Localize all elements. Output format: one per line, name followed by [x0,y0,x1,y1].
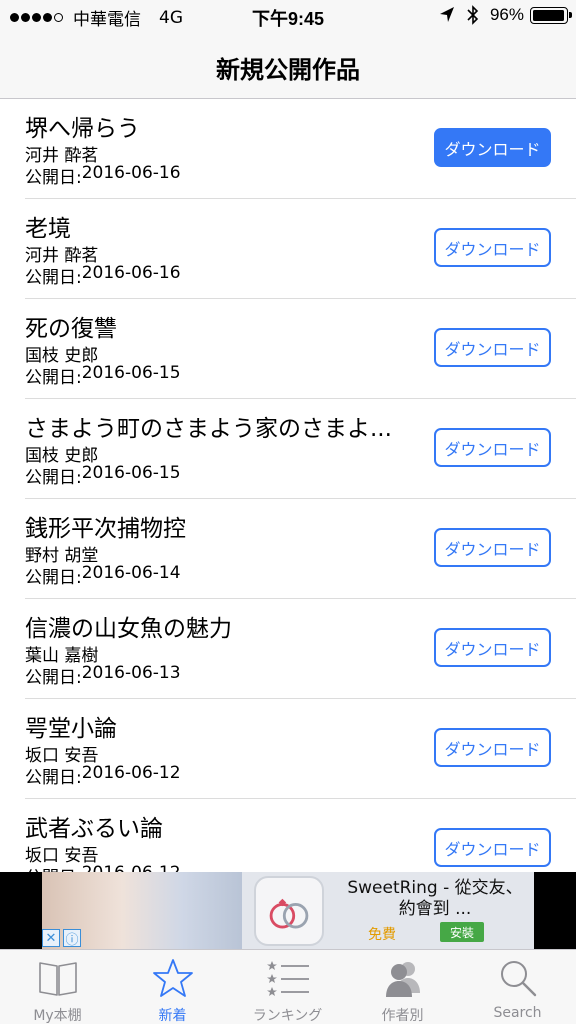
publish-date-value: 2016-06-16 [81,163,181,183]
work-title: 堺へ帰らう [25,116,140,142]
publish-date-label: 公開日: [25,168,82,188]
work-publish-date: 公開日: 2016-06-16 [25,163,181,188]
ad-badges: ✕ ⓘ [42,929,84,948]
page-title: 新規公開作品 [216,56,360,84]
publish-date-label: 公開日: [25,468,82,488]
download-button[interactable]: ダウンロード [434,528,551,567]
download-button[interactable]: ダウンロード [434,628,551,667]
work-row[interactable]: さまよう町のさまよう家のさまよ... 国枝 史郎 公開日: 2016-06-15 ダウン… [0,399,576,499]
work-row[interactable]: 銭形平次捕物控 野村 胡堂 公開日: 2016-06-14 ダウンロード [0,499,576,599]
ad-banner[interactable]: ✕ ⓘ SweetRing - 從交友、約會到 ... 免費 安裝 [0,872,576,949]
work-publish-date: 公開日: 2016-06-16 [25,263,181,288]
ad-app-logo [254,876,324,946]
publish-date-value: 2016-06-15 [81,363,181,383]
tab-search[interactable]: Search [460,950,575,1024]
work-publish-date: 公開日: 2016-06-13 [25,663,181,688]
tab-label: 作者別 [381,1008,424,1024]
tab-new-arrivals[interactable]: 新着 [115,950,230,1024]
download-button[interactable]: ダウンロード [434,328,551,367]
work-row[interactable]: 堺へ帰らう 河井 酔茗 公開日: 2016-06-16 ダウンロード [0,99,576,199]
publish-date-label: 公開日: [25,268,82,288]
search-icon [501,961,537,997]
status-right: 96% [438,4,572,26]
publish-date-label: 公開日: [25,863,82,872]
publish-date-value: 2016-06-12 [81,763,181,783]
rings-icon [269,898,309,929]
ad-close-icon[interactable]: ✕ [42,929,60,947]
status-bar: 中華電信 4G 下午9:45 96% [0,0,576,34]
work-title: 死の復讐 [25,316,117,342]
ad-info-icon[interactable]: ⓘ [63,929,81,948]
tab-by-author[interactable]: 作者別 [345,950,460,1024]
ad-headline: SweetRing - 從交友、約會到 ... [347,878,523,919]
publish-date-value: 2016-06-13 [81,663,181,683]
tab-label: My本棚 [33,1008,82,1024]
publish-date-value: 2016-06-14 [81,563,181,583]
publish-date-value: 2016-06-12 [82,863,181,872]
download-button[interactable]: ダウンロード [434,428,551,467]
work-title: さまよう町のさまよう家のさまよ... [25,416,392,442]
download-button[interactable]: ダウンロード [434,228,551,267]
battery-fill [533,9,564,21]
tab-my-bookshelf[interactable]: My本棚 [0,950,115,1024]
tab-label: ランキング [252,1008,323,1024]
publish-date-label: 公開日: [25,768,82,788]
work-title: 咢堂小論 [25,716,117,742]
download-button[interactable]: ダウンロード [434,728,551,767]
work-title: 銭形平次捕物控 [25,516,186,542]
work-title: 老境 [25,216,71,242]
navigation-bar: 新規公開作品 [0,34,576,99]
tab-label: 新着 [158,1008,187,1024]
battery-percent: 96% [489,5,524,24]
ad-content[interactable]: ✕ ⓘ SweetRing - 從交友、約會到 ... 免費 安裝 [42,872,534,949]
work-row[interactable]: 老境 河井 酔茗 公開日: 2016-06-16 ダウンロード [0,199,576,299]
battery-cap [569,11,572,18]
work-title: 武者ぶるい論 [25,816,163,842]
bluetooth-icon [467,5,479,25]
work-row[interactable]: 咢堂小論 坂口 安吾 公開日: 2016-06-12 ダウンロード [0,699,576,799]
star-icon [153,959,193,997]
authors-icon [386,962,420,997]
tab-label: Search [493,1005,542,1021]
ranking-list-icon [267,961,309,996]
work-publish-date: 公開日: 2016-06-15 [25,463,181,488]
ad-install-button[interactable]: 安裝 [440,922,484,942]
work-publish-date: 公開日: 2016-06-14 [25,563,181,588]
tab-ranking[interactable]: ランキング [230,950,345,1024]
publish-date-value: 2016-06-16 [81,263,181,283]
download-button[interactable]: ダウンロード [434,128,551,167]
work-row[interactable]: 武者ぶるい論坂口 安吾公開日:2016-06-12ダウンロード [0,799,576,872]
work-row[interactable]: 死の復讐 国枝 史郎 公開日: 2016-06-15 ダウンロード [0,299,576,399]
works-list[interactable]: 堺へ帰らう 河井 酔茗 公開日: 2016-06-16 ダウンロード 老境 河井 酔茗 公開日… [0,99,576,872]
book-icon [39,962,77,996]
publish-date-label: 公開日: [25,368,82,388]
work-title: 信濃の山女魚の魅力 [25,616,232,642]
ad-price: 免費 [368,927,396,943]
work-publish-date: 公開日: 2016-06-15 [25,363,181,388]
tab-bar: My本棚 新着 ランキング 作者別 Search [0,949,576,1024]
work-publish-date: 公開日:2016-06-12 [25,763,181,788]
battery-icon [530,6,572,24]
publish-date-label: 公開日: [25,568,82,588]
work-publish-date: 公開日:2016-06-12 [25,863,181,872]
download-button[interactable]: ダウンロード [434,828,551,867]
publish-date-value: 2016-06-15 [81,463,181,483]
publish-date-label: 公開日: [25,668,82,688]
location-arrow-icon [439,7,454,22]
work-row[interactable]: 信濃の山女魚の魅力 葉山 嘉樹 公開日: 2016-06-13 ダウンロード [0,599,576,699]
